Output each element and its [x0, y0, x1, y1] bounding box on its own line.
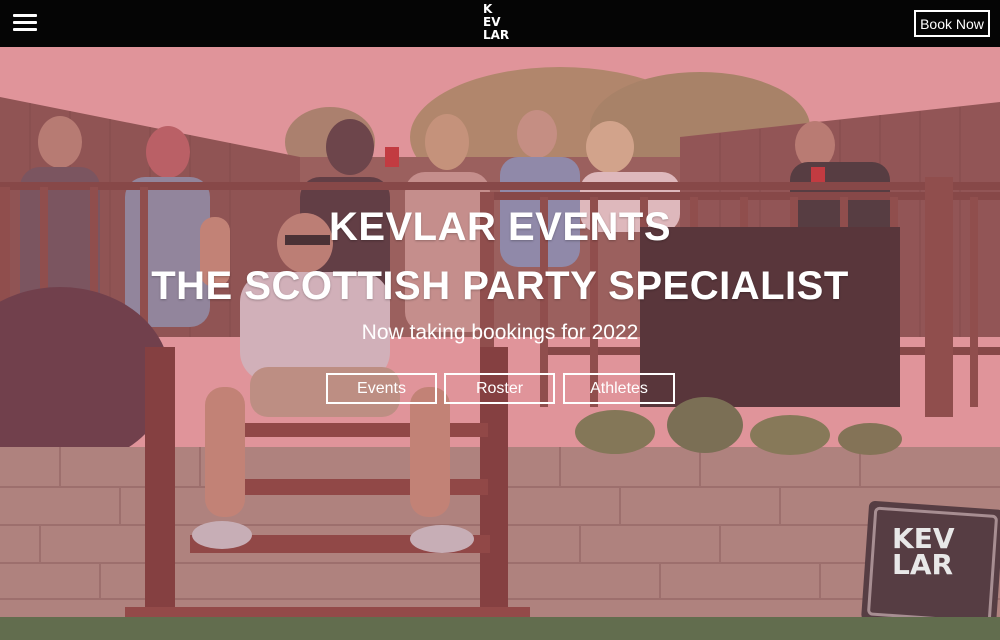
hero-subline: Now taking bookings for 2022	[361, 321, 639, 344]
menu-bar-line	[13, 28, 37, 31]
hero-headline-secondary: THE SCOTTISH PARTY SPECIALIST	[151, 264, 849, 308]
roster-button[interactable]: Roster	[444, 373, 555, 404]
events-button[interactable]: Events	[326, 373, 437, 404]
logo-line: LAR	[483, 28, 510, 42]
hamburger-menu-icon[interactable]	[13, 14, 37, 32]
menu-bar-line	[13, 14, 37, 17]
kevlar-logo[interactable]: K EV LAR	[480, 3, 520, 43]
case-logo-line: LAR	[892, 548, 954, 581]
menu-bar-line	[13, 21, 37, 24]
hero-section: KEVLAR EVENTS THE SCOTTISH PARTY SPECIAL…	[0, 47, 1000, 640]
flight-case-logo: KEV LAR	[878, 525, 988, 605]
hero-headline-primary: KEVLAR EVENTS	[328, 205, 672, 249]
book-now-button[interactable]: Book Now	[914, 10, 990, 37]
athletes-button[interactable]: Athletes	[563, 373, 675, 404]
top-navigation-bar: K EV LAR Book Now	[0, 0, 1000, 47]
